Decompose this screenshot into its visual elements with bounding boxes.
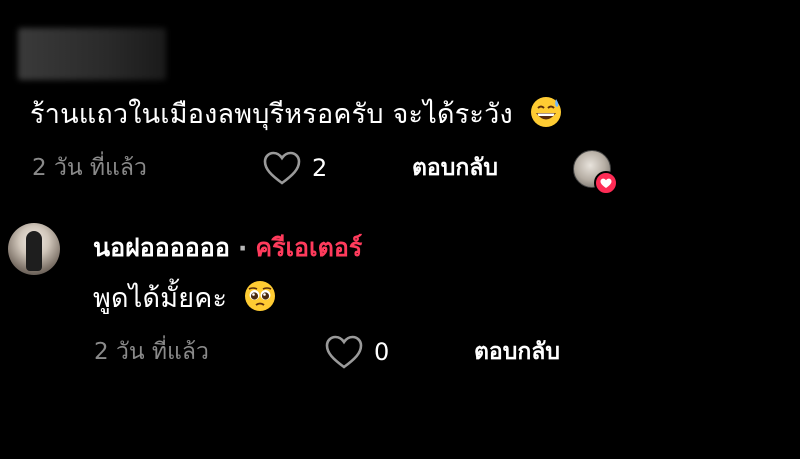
timestamp: 2 วัน ที่แล้ว (32, 155, 147, 181)
heart-icon[interactable] (262, 150, 302, 186)
like-button[interactable]: 2 (262, 150, 412, 186)
separator: · (237, 233, 248, 263)
heart-icon[interactable] (324, 334, 364, 370)
avatar[interactable] (8, 223, 60, 275)
username[interactable]: นอฝออออออ (93, 228, 230, 268)
reply-button[interactable]: ตอบกลับ (474, 334, 560, 370)
comment-meta: 2 วัน ที่แล้ว 0 ตอบกลับ (94, 334, 560, 370)
reply-button[interactable]: ตอบกลับ (412, 150, 498, 186)
comment-body: ร้านแถวในเมืองลพบุรีหรอครับ จะได้ระวัง (30, 99, 513, 130)
blurred-username (18, 28, 166, 80)
comment-text: ร้านแถวในเมืองลพบุรีหรอครับ จะได้ระวัง (30, 92, 562, 135)
comment-meta: 2 วัน ที่แล้ว 2 ตอบกลับ (32, 150, 498, 186)
comment-body: พูดได้มั้ยคะ (93, 283, 228, 314)
timestamp: 2 วัน ที่แล้ว (94, 339, 209, 365)
like-count: 0 (374, 338, 390, 366)
creator-badge: ครีเอเตอร์ (255, 233, 363, 262)
pleading-face-emoji (244, 280, 276, 319)
comment-text: พูดได้มั้ยคะ (93, 276, 276, 319)
like-button[interactable]: 0 (324, 334, 474, 370)
heart-badge-icon (594, 171, 618, 195)
grinning-sweat-emoji (530, 96, 562, 135)
like-count: 2 (312, 154, 328, 182)
comment-header: นอฝออออออ · ครีเอเตอร์ (93, 228, 362, 268)
